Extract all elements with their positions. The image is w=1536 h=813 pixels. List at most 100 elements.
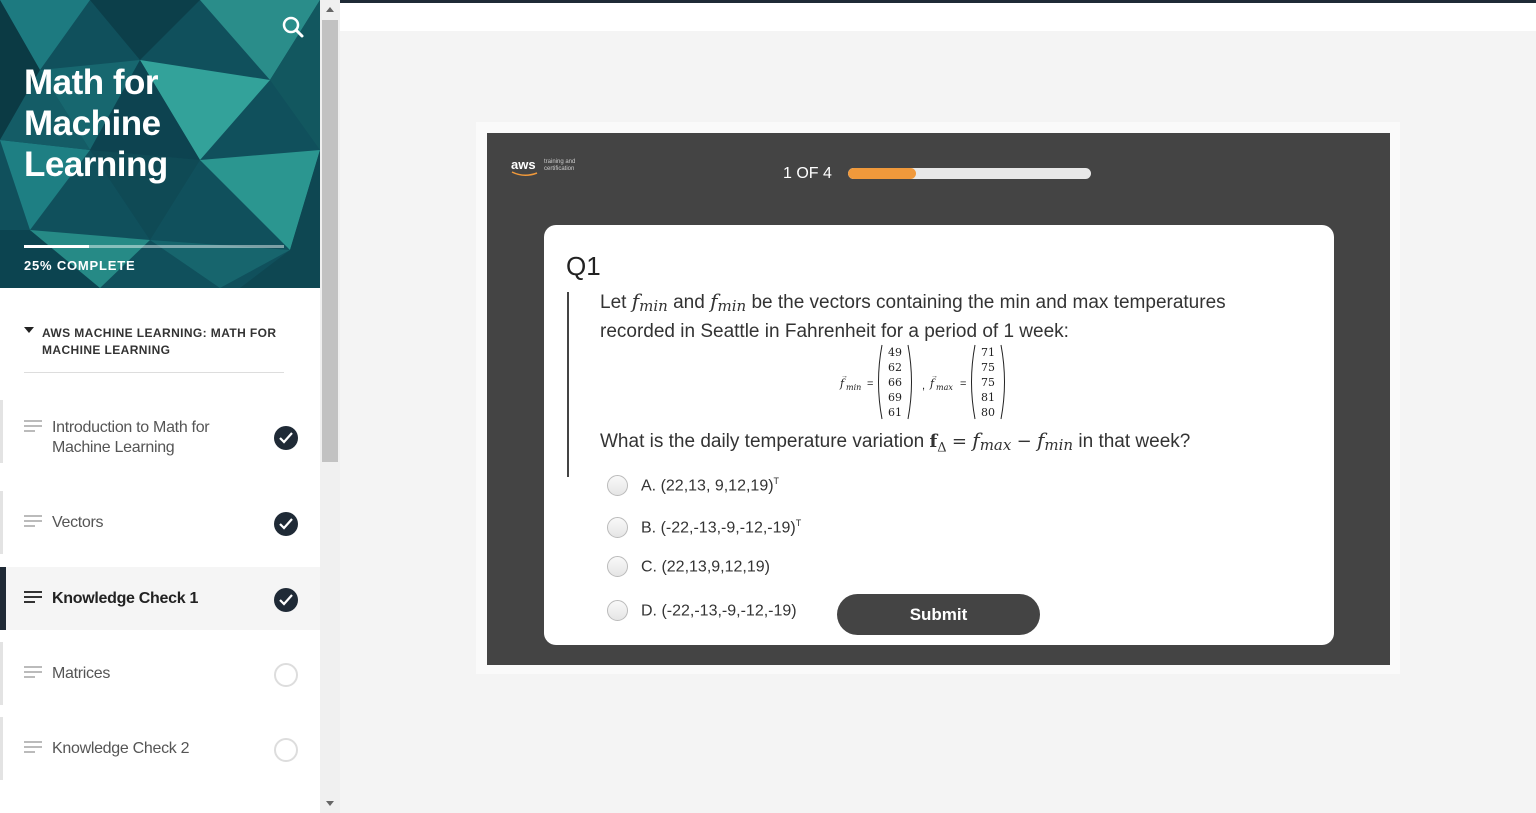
formula-term-min-sub: min xyxy=(1044,436,1074,454)
scroll-up-arrow-icon[interactable] xyxy=(320,0,340,18)
fmin-subscript: min xyxy=(846,383,861,392)
complete-check-icon xyxy=(274,588,298,612)
fmax-subscript: max xyxy=(936,383,953,392)
incomplete-circle-icon xyxy=(274,663,298,687)
fmax-equals: = xyxy=(960,378,966,390)
fmin-vector: 49 62 66 69 61 xyxy=(888,346,902,419)
fmax-vector: 71 75 75 81 80 xyxy=(981,346,995,419)
vector-entry: 61 xyxy=(888,406,902,419)
vector-entry: 81 xyxy=(981,391,995,404)
question-and: and xyxy=(673,292,705,313)
formula-term-max-symbol: f xyxy=(972,428,980,452)
fmin-equals: = xyxy=(867,378,873,390)
formula-minus: − xyxy=(1016,431,1032,452)
option-value: (22,13, 9,12,19) xyxy=(660,477,774,495)
lesson-lines-icon xyxy=(24,666,44,680)
aws-smile-icon xyxy=(511,171,538,176)
lesson-indicator-bar xyxy=(0,642,3,705)
sidebar-lesson-item[interactable]: Matrices xyxy=(0,642,320,705)
course-title: Math for Machine Learning xyxy=(24,63,168,184)
option-letter: B. xyxy=(641,519,657,537)
option-text: A. (22,13, 9,12,19)T xyxy=(641,476,779,495)
top-bar xyxy=(340,3,1536,31)
radio-button[interactable] xyxy=(607,600,628,621)
fmax-right-paren xyxy=(1000,344,1005,420)
lesson-indicator-bar xyxy=(0,567,6,630)
var-a-symbol: f xyxy=(631,289,640,313)
sidebar-lesson-item[interactable]: Vectors xyxy=(0,491,320,554)
sidebar-scrollbar[interactable] xyxy=(320,0,340,813)
submit-button[interactable]: Submit xyxy=(837,594,1040,635)
fmin-arrow-icon: → xyxy=(841,373,848,380)
sidebar-lesson-item[interactable]: Knowledge Check 1 xyxy=(0,567,320,630)
question-text: Let fmin and fmin be the vectors contain… xyxy=(600,288,1300,345)
lesson-indicator-bar xyxy=(0,491,3,554)
lesson-indicator-bar xyxy=(0,400,3,463)
scroll-thumb[interactable] xyxy=(322,20,338,462)
formula-lhs: fΔ xyxy=(930,431,947,456)
vector-entry: 75 xyxy=(981,361,995,374)
prompt-tail: in that week? xyxy=(1078,431,1191,452)
fmin-left-paren xyxy=(878,344,883,420)
question-rule xyxy=(567,292,569,477)
lesson-indicator-bar xyxy=(0,717,3,780)
scroll-down-arrow-icon[interactable] xyxy=(320,795,340,813)
sidebar-lesson-item[interactable]: Introduction to Math for Machine Learnin… xyxy=(0,400,320,463)
vector-entry: 66 xyxy=(888,376,902,389)
var-a: fmin xyxy=(631,289,668,315)
fmax-arrow-icon: → xyxy=(931,373,938,380)
option-text: B. (-22,-13,-9,-12,-19)T xyxy=(641,518,801,537)
incomplete-circle-icon xyxy=(274,738,298,762)
var-a-sub: min xyxy=(639,297,668,315)
caret-down-icon xyxy=(24,327,34,333)
vector-entry: 69 xyxy=(888,391,902,404)
prompt-lead: What is the daily temperature variation xyxy=(600,431,925,452)
lesson-label: Knowledge Check 2 xyxy=(52,740,190,757)
var-b-sub: min xyxy=(717,297,747,315)
option-text: C. (22,13,9,12,19) xyxy=(641,557,770,576)
aws-logo-text: aws xyxy=(511,157,536,172)
search-button[interactable] xyxy=(278,12,308,42)
option-letter: C. xyxy=(641,558,657,576)
course-sidebar: Math for Machine Learning 25% COMPLETE A… xyxy=(0,0,320,813)
search-icon xyxy=(282,16,304,38)
complete-check-icon xyxy=(274,426,298,450)
question-intro: Let xyxy=(600,292,627,313)
formula-term-min: fmin xyxy=(1037,428,1074,454)
formula-lhs-sub: Δ xyxy=(937,440,947,456)
course-progress-bar xyxy=(24,245,284,248)
question-prompt: What is the daily temperature variation … xyxy=(600,428,1320,456)
option-letter: A. xyxy=(641,477,657,495)
lesson-label: Introduction to Math for Machine Learnin… xyxy=(52,419,210,456)
option-letter: D. xyxy=(641,602,657,620)
var-b: fmin xyxy=(710,289,747,315)
question-counter: 1 OF 4 xyxy=(783,165,832,182)
vector-entry: 49 xyxy=(888,346,902,359)
formula-equals: = xyxy=(951,431,968,452)
lesson-label: Knowledge Check 1 xyxy=(52,590,199,607)
lesson-label: Vectors xyxy=(52,514,104,531)
lesson-lines-icon xyxy=(24,591,44,605)
formula-term-max: fmax xyxy=(972,428,1012,454)
formula-term-max-sub: max xyxy=(979,436,1012,454)
question-card: Q1 Let fmin and fmin be the vectors cont… xyxy=(544,225,1334,645)
option-superscript: T xyxy=(795,518,802,528)
vector-comma: , xyxy=(922,380,925,392)
aws-logo: aws training and certification xyxy=(511,157,591,179)
section-title: AWS MACHINE LEARNING: MATH FOR MACHINE L… xyxy=(42,326,277,357)
radio-button[interactable] xyxy=(607,556,628,577)
section-toggle[interactable]: AWS MACHINE LEARNING: MATH FOR MACHINE L… xyxy=(24,322,284,373)
option-value: (22,13,9,12,19) xyxy=(661,558,770,576)
lesson-lines-icon xyxy=(24,420,44,434)
lesson-label: Matrices xyxy=(52,665,111,682)
option-value: (-22,-13,-9,-12,-19) xyxy=(661,602,797,620)
option-value: (-22,-13,-9,-12,-19) xyxy=(660,519,796,537)
radio-button[interactable] xyxy=(607,475,628,496)
aws-logo-subtext: training and certification xyxy=(544,159,576,172)
lesson-lines-icon xyxy=(24,515,44,529)
vector-entry: 71 xyxy=(981,346,995,359)
vector-entry: 80 xyxy=(981,406,995,419)
sidebar-lesson-item[interactable]: Knowledge Check 2 xyxy=(0,717,320,780)
radio-button[interactable] xyxy=(607,517,628,538)
option-text: D. (-22,-13,-9,-12,-19) xyxy=(641,601,797,620)
